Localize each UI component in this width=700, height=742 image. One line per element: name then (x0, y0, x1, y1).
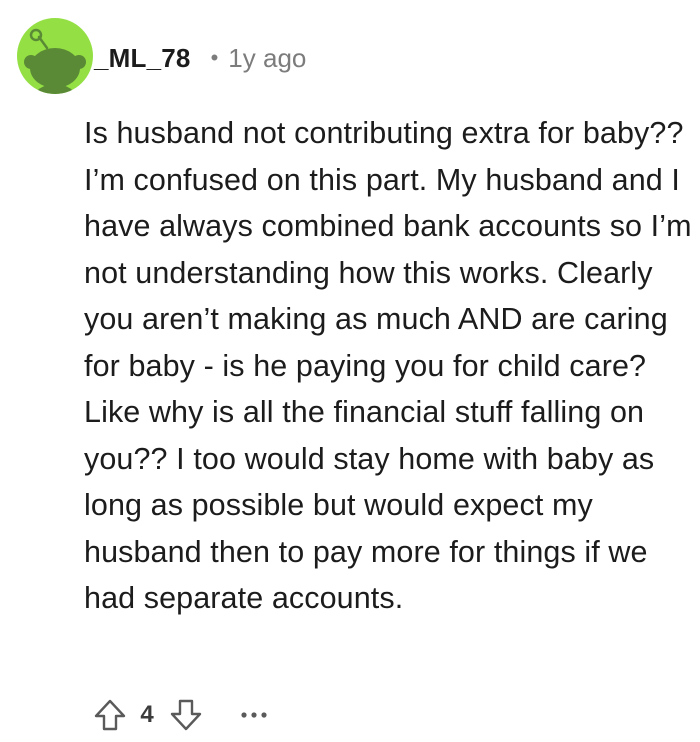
downvote-button[interactable] (166, 695, 206, 735)
more-options-button[interactable] (234, 695, 274, 735)
upvote-button[interactable] (90, 695, 130, 735)
comment-body: Is husband not contributing extra for ba… (84, 116, 692, 615)
reddit-snoo-avatar-icon (24, 28, 86, 94)
comment-actions: 4 (90, 694, 274, 736)
meta-separator: • (210, 45, 219, 70)
upvote-arrow-icon (94, 699, 126, 731)
comment-header: _ML_78 • 1y ago (94, 38, 306, 78)
vote-score: 4 (140, 701, 154, 728)
username-link[interactable]: _ML_78 (94, 43, 191, 74)
user-avatar[interactable] (17, 18, 93, 94)
more-options-icon (241, 712, 267, 718)
comment-timestamp: 1y ago (228, 42, 307, 73)
downvote-arrow-icon (170, 699, 202, 731)
comment: _ML_78 • 1y ago Is husband not contribut… (0, 0, 700, 742)
